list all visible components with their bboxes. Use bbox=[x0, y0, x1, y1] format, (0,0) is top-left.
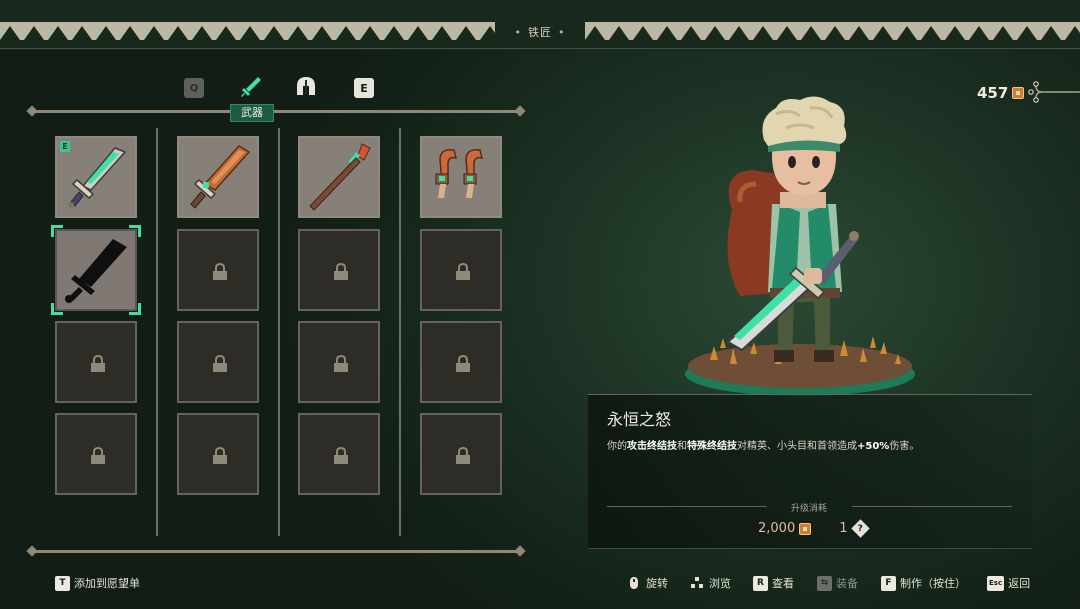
lock-icon bbox=[456, 263, 470, 280]
twin-sickles-icon bbox=[435, 148, 484, 198]
cost-gold: 2,000 bbox=[758, 521, 812, 536]
bottom-rail bbox=[34, 550, 524, 553]
desc-highlight: 攻击终结技 bbox=[627, 441, 677, 452]
panel-top-line bbox=[588, 394, 1032, 395]
lock-icon bbox=[213, 447, 227, 464]
flame-sword-icon bbox=[190, 145, 251, 209]
locked-slot[interactable] bbox=[55, 321, 137, 403]
selection-corner bbox=[129, 225, 141, 237]
unknown-greatsword-icon bbox=[65, 239, 127, 303]
weapon-slot-selected[interactable] bbox=[55, 229, 137, 311]
item-description: 你的攻击终结技和特殊终结技对精英、小头目和首领造成+50%伤害。 bbox=[607, 437, 919, 452]
locked-slot[interactable] bbox=[298, 229, 380, 311]
mouse-rotate-icon bbox=[630, 577, 638, 589]
branch-ornament bbox=[1028, 81, 1080, 103]
helmet-icon bbox=[297, 77, 315, 95]
rotate-label: 旋转 bbox=[646, 577, 668, 590]
weapon-slot-spear[interactable] bbox=[298, 136, 380, 218]
browse-icon bbox=[691, 577, 703, 588]
sword-icon bbox=[241, 77, 261, 97]
back-hint[interactable]: Esc 返回 bbox=[987, 575, 1030, 591]
selection-corner bbox=[51, 225, 63, 237]
banner-divider bbox=[0, 48, 1080, 49]
locked-slot[interactable] bbox=[177, 321, 259, 403]
spear-icon bbox=[309, 143, 371, 211]
locked-slot[interactable] bbox=[420, 229, 502, 311]
locked-slot[interactable] bbox=[420, 321, 502, 403]
weapon-slot-equipped-sword[interactable]: E bbox=[55, 136, 137, 218]
cost-material: 1? bbox=[839, 519, 870, 538]
currency-display: 457 bbox=[977, 84, 1025, 102]
column-divider bbox=[278, 128, 280, 536]
gold-coin-icon bbox=[799, 522, 812, 535]
cost-material-value: 1 bbox=[839, 521, 848, 536]
prev-tab-key[interactable]: Q bbox=[184, 78, 204, 98]
locked-slot[interactable] bbox=[55, 413, 137, 495]
equipped-badge: E bbox=[60, 141, 70, 152]
currency-amount: 457 bbox=[977, 84, 1009, 102]
browse-hint[interactable]: 浏览 bbox=[689, 575, 731, 591]
rail-end-right bbox=[514, 545, 526, 557]
locked-slot[interactable] bbox=[420, 413, 502, 495]
locked-slot[interactable] bbox=[177, 229, 259, 311]
weapon-slot-orange-greatsword[interactable] bbox=[177, 136, 259, 218]
lock-icon bbox=[334, 447, 348, 464]
character-preview[interactable] bbox=[680, 92, 930, 397]
equip-key-icon: ⇆ bbox=[817, 575, 832, 591]
tab-rail bbox=[34, 110, 524, 113]
upgrade-cost: 2,000 1? bbox=[758, 519, 870, 538]
desc-highlight: 特殊终结技 bbox=[687, 441, 737, 452]
lock-icon bbox=[91, 355, 105, 372]
desc-text: 你的 bbox=[607, 441, 627, 452]
key-esc: Esc bbox=[987, 575, 1005, 591]
rail-end-left bbox=[26, 105, 38, 117]
weapon-slot-twin-blades[interactable] bbox=[420, 136, 502, 218]
rotate-hint[interactable]: 旋转 bbox=[626, 575, 668, 591]
desc-highlight: +50% bbox=[857, 441, 890, 452]
back-label: 返回 bbox=[1008, 577, 1031, 590]
selection-corner bbox=[51, 303, 63, 315]
lock-icon bbox=[213, 263, 227, 280]
view-hint[interactable]: R 查看 bbox=[753, 575, 794, 591]
locked-slot[interactable] bbox=[298, 321, 380, 403]
item-title: 永恒之怒 bbox=[607, 410, 672, 429]
browse-label: 浏览 bbox=[709, 577, 731, 590]
equip-hint: ⇆ 装备 bbox=[817, 575, 858, 591]
desc-text: 对精英、小头目和首领造成 bbox=[737, 441, 857, 452]
lock-icon bbox=[334, 263, 348, 280]
key-r: R bbox=[753, 575, 768, 591]
selection-corner bbox=[129, 303, 141, 315]
lock-icon bbox=[334, 355, 348, 372]
column-divider bbox=[399, 128, 401, 536]
lock-icon bbox=[456, 447, 470, 464]
column-divider bbox=[156, 128, 158, 536]
next-tab-key[interactable]: E bbox=[354, 78, 374, 98]
view-label: 查看 bbox=[772, 577, 794, 590]
desc-text: 伤害。 bbox=[889, 441, 920, 452]
desc-text: 和 bbox=[677, 441, 687, 452]
lock-icon bbox=[213, 355, 227, 372]
gold-coin-icon bbox=[1012, 87, 1025, 99]
key-f: F bbox=[881, 575, 896, 591]
key-t: T bbox=[55, 575, 70, 591]
panel-bottom-line bbox=[588, 548, 1032, 549]
cost-gold-value: 2,000 bbox=[758, 521, 796, 536]
craft-hint[interactable]: F 制作（按住） bbox=[881, 575, 966, 591]
upgrade-cost-label: 升级消耗 bbox=[790, 504, 827, 514]
wishlist-label: 添加到愿望单 bbox=[74, 577, 140, 590]
rail-end-left bbox=[26, 545, 38, 557]
locked-slot[interactable] bbox=[177, 413, 259, 495]
weapon-tab[interactable] bbox=[238, 74, 264, 100]
locked-slot[interactable] bbox=[298, 413, 380, 495]
craft-label: 制作（按住） bbox=[900, 577, 966, 590]
lock-icon bbox=[91, 447, 105, 464]
page-title: • 铁匠 • bbox=[514, 26, 566, 39]
equip-label: 装备 bbox=[836, 577, 858, 590]
lock-icon bbox=[456, 355, 470, 372]
active-tab-label: 武器 bbox=[230, 104, 274, 122]
unknown-material-icon: ? bbox=[850, 519, 870, 538]
rail-end-right bbox=[514, 105, 526, 117]
add-to-wishlist-hint[interactable]: T 添加到愿望单 bbox=[55, 575, 140, 591]
armor-tab[interactable] bbox=[293, 74, 319, 100]
